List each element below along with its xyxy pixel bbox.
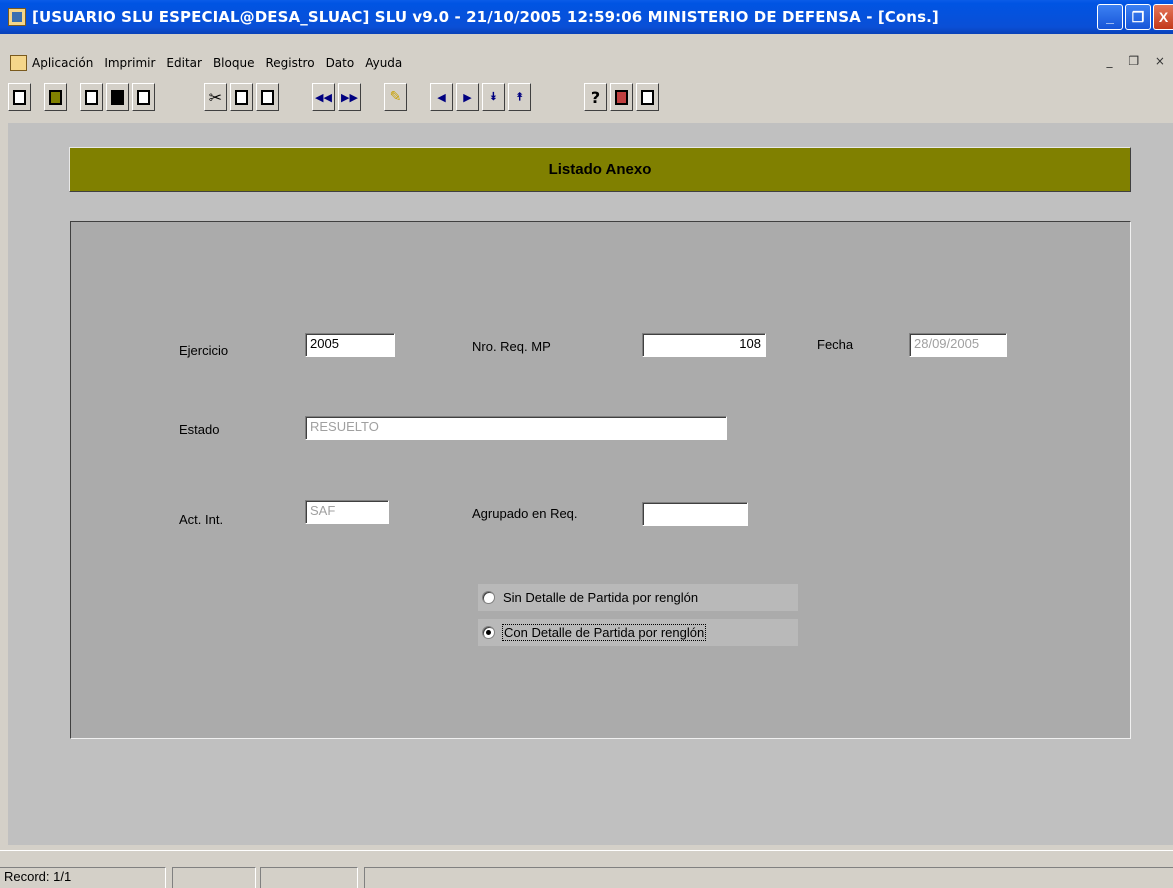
ejercicio-label: Ejercicio bbox=[179, 343, 229, 358]
menu-imprimir[interactable]: Imprimir bbox=[104, 56, 155, 70]
paste-icon[interactable] bbox=[256, 83, 279, 111]
print-icon[interactable] bbox=[8, 83, 31, 111]
estado-label: Estado bbox=[179, 422, 220, 437]
agrupado-field[interactable] bbox=[642, 502, 748, 526]
title-bar: [USUARIO SLU ESPECIAL@DESA_SLUAC] SLU v9… bbox=[0, 0, 1173, 34]
status-message bbox=[364, 867, 1173, 888]
radio-con-detalle[interactable]: Con Detalle de Partida por renglón bbox=[478, 619, 798, 646]
help-icon[interactable]: ? bbox=[584, 83, 607, 111]
prev-record-icon[interactable]: ◀ bbox=[430, 83, 453, 111]
app-icon[interactable] bbox=[8, 8, 26, 26]
close-button[interactable]: X bbox=[1153, 4, 1173, 30]
act-int-label: Act. Int. bbox=[179, 512, 224, 527]
mdi-controls[interactable]: _ ❐ × bbox=[1107, 54, 1171, 68]
nro-req-field[interactable]: 108 bbox=[642, 333, 766, 357]
nro-req-label: Nro. Req. MP bbox=[472, 339, 551, 354]
estado-field: RESUELTO bbox=[305, 416, 727, 440]
next-record-icon[interactable]: ▶ bbox=[456, 83, 479, 111]
ejercicio-field[interactable]: 2005 bbox=[305, 333, 395, 357]
radio-sin-detalle[interactable]: Sin Detalle de Partida por renglón bbox=[478, 584, 798, 611]
radio-con-detalle-label: Con Detalle de Partida por renglón bbox=[501, 624, 707, 641]
status-cell-3 bbox=[260, 867, 358, 888]
copy-icon[interactable] bbox=[230, 83, 253, 111]
restore-button[interactable]: ❐ bbox=[1125, 4, 1151, 30]
status-cell-2 bbox=[172, 867, 256, 888]
document-menu-icon[interactable] bbox=[10, 55, 27, 71]
status-bar: Record: 1/1 bbox=[0, 850, 1173, 888]
act-int-field: SAF bbox=[305, 500, 389, 524]
menu-aplicacion[interactable]: Aplicación bbox=[32, 56, 93, 70]
menu-ayuda[interactable]: Ayuda bbox=[365, 56, 402, 70]
menu-editar[interactable]: Editar bbox=[166, 56, 202, 70]
cut-icon[interactable]: ✂ bbox=[204, 83, 227, 111]
clear-icon[interactable]: ✎ bbox=[384, 83, 407, 111]
form-title: Listado Anexo bbox=[548, 161, 652, 178]
menu-bloque[interactable]: Bloque bbox=[213, 56, 255, 70]
list-icon[interactable] bbox=[610, 83, 633, 111]
radio-sin-detalle-label: Sin Detalle de Partida por renglón bbox=[503, 590, 699, 605]
menu-dato[interactable]: Dato bbox=[326, 56, 355, 70]
radio-button[interactable] bbox=[482, 591, 495, 604]
window-title: [USUARIO SLU ESPECIAL@DESA_SLUAC] SLU v9… bbox=[32, 8, 939, 26]
menu-registro[interactable]: Registro bbox=[265, 56, 314, 70]
form-panel bbox=[70, 221, 1131, 739]
form-header: Listado Anexo bbox=[69, 147, 1131, 192]
record-indicator: Record: 1/1 bbox=[0, 867, 166, 888]
minimize-button[interactable]: _ bbox=[1097, 4, 1123, 30]
radio-button-selected[interactable] bbox=[482, 626, 495, 639]
toolbar: ✂ ◀◀ ▶▶ ✎ ◀ ▶ ⯯ ⯭ ? bbox=[0, 83, 1173, 115]
window-icon[interactable] bbox=[80, 83, 103, 111]
agrupado-label: Agrupado en Req. bbox=[472, 506, 578, 521]
last-record-icon[interactable]: ⯯ bbox=[482, 83, 505, 111]
exit-icon[interactable] bbox=[44, 83, 67, 111]
first-record-icon[interactable]: ⯭ bbox=[508, 83, 531, 111]
menu-bar: Aplicación Imprimir Editar Bloque Regist… bbox=[0, 51, 1173, 75]
fecha-field: 28/09/2005 bbox=[909, 333, 1007, 357]
save-icon[interactable] bbox=[106, 83, 129, 111]
fecha-label: Fecha bbox=[817, 337, 854, 352]
document-icon[interactable] bbox=[636, 83, 659, 111]
print-preview-icon[interactable] bbox=[132, 83, 155, 111]
next-block-icon[interactable]: ▶▶ bbox=[338, 83, 361, 111]
window-controls: _ ❐ X bbox=[1097, 4, 1173, 30]
prev-block-icon[interactable]: ◀◀ bbox=[312, 83, 335, 111]
